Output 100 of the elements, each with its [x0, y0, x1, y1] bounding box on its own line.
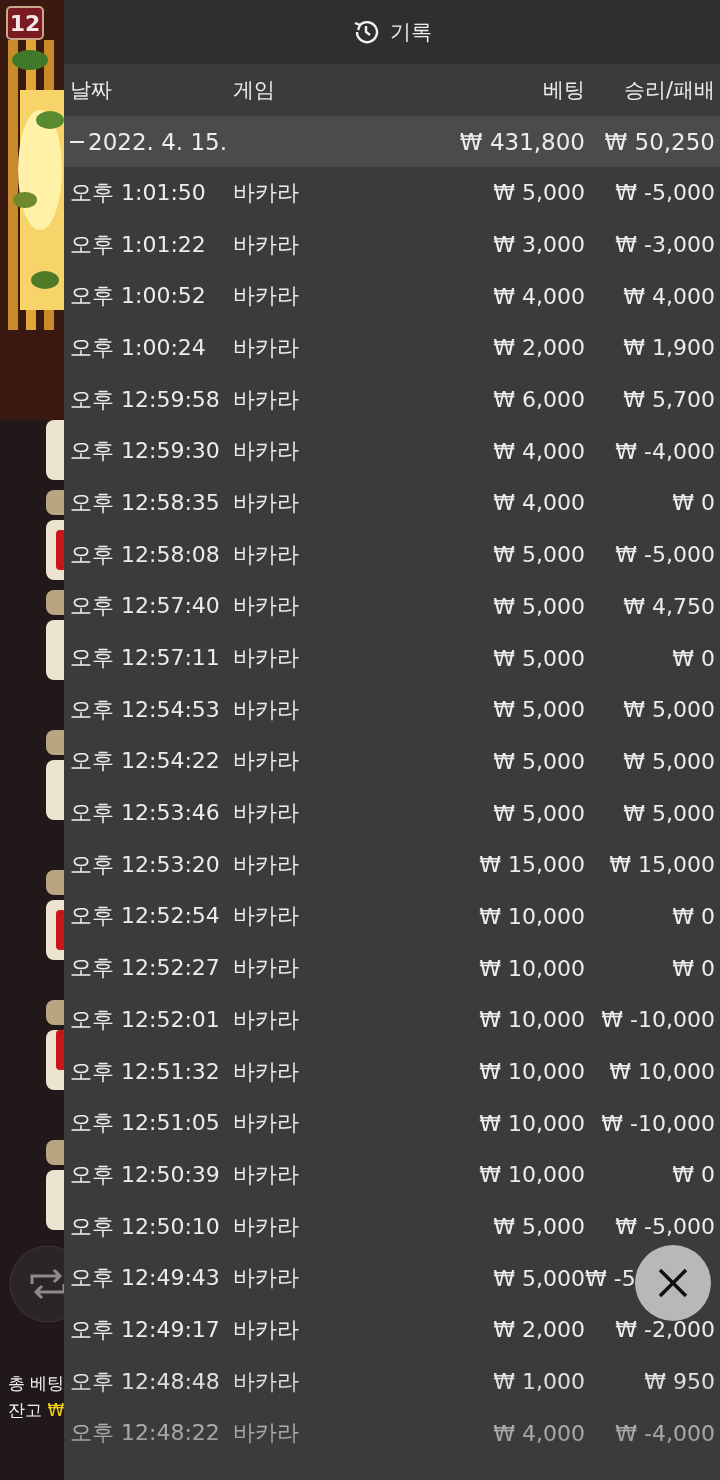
table-cell-text: ₩ 5,000: [492, 800, 585, 826]
table-cell-text: 오후 12:52:01: [70, 1005, 221, 1034]
table-cell-text: ₩ 5,000: [492, 542, 585, 568]
table-cell: ₩ -5,000: [615, 180, 715, 206]
table-cell-text: 바카라: [233, 488, 300, 517]
table-cell-text: 바카라: [233, 592, 300, 621]
table-cell: ₩ 5,000: [623, 697, 715, 723]
table-cell-text: 오후 12:54:53: [70, 695, 221, 724]
table-cell: ₩ 0: [672, 490, 715, 516]
table-cell-text: ₩ 10,000: [478, 1007, 585, 1033]
table-cell-text: 오후 12:58:35: [70, 488, 221, 517]
table-cell-text: 오후 12:58:08: [70, 540, 221, 569]
table-cell-text: 오후 12:52:27: [70, 954, 221, 983]
table-cell-text: 오후 12:57:11: [70, 644, 221, 673]
table-cell-text: ₩ 2,000: [492, 1317, 585, 1343]
table-cell-text: 오후 12:52:54: [70, 902, 221, 931]
table-cell-text: 오후 12:51:05: [70, 1109, 221, 1138]
table-cell-text: ₩ 3,000: [492, 232, 585, 258]
table-cell-text: 바카라: [233, 644, 300, 673]
table-cell-text: ₩ 5,000: [492, 593, 585, 619]
table-cell-text: ₩ 2,000: [492, 335, 585, 361]
table-cell-text: 바카라: [233, 282, 300, 311]
table-cell: ₩ 1,900: [623, 335, 715, 361]
table-cell-text: ₩ 10,000: [478, 1110, 585, 1136]
table-cell-text: ₩ 5,000: [492, 1214, 585, 1240]
table-cell-text: 오후 1:01:50: [70, 178, 207, 207]
table-cell-text: 바카라: [233, 1005, 300, 1034]
table-cell-text: 바카라: [233, 850, 300, 879]
close-icon: [658, 1268, 688, 1298]
table-cell-text: 바카라: [233, 1212, 300, 1241]
repeat-icon[interactable]: [8, 1244, 64, 1324]
table-cell-text: 오후 12:53:20: [70, 850, 221, 879]
table-cell-text: ₩ 4,000: [492, 1420, 585, 1446]
history-icon: [352, 18, 380, 46]
table-cell: ₩ 0: [672, 1162, 715, 1188]
table-cell-text: 바카라: [233, 1109, 300, 1138]
table-cell-text: ₩ 5,000: [492, 645, 585, 671]
table-cell-text: 오후 1:00:52: [70, 282, 207, 311]
table-cell: ₩ 4,000: [623, 283, 715, 309]
table-cell-text: 바카라: [233, 540, 300, 569]
table-cell: ₩ 0: [672, 955, 715, 981]
table-cell-text: ₩ 5,000: [492, 1265, 585, 1291]
table-cell-text: 바카라: [233, 1057, 300, 1086]
table-cell-text: 바카라: [233, 747, 300, 776]
table-cell-text: ₩ 5,000: [492, 180, 585, 206]
table-cell-text: ₩ 10,000: [478, 903, 585, 929]
table-cell-text: ₩ 4,000: [492, 438, 585, 464]
minus-icon: [70, 140, 84, 143]
table-cell: ₩ 10,000: [609, 1059, 715, 1085]
table-cell: ₩ -2,000: [615, 1317, 715, 1343]
table-cell: ₩ -4,000: [615, 1420, 715, 1446]
column-header: 베팅: [542, 77, 585, 104]
table-cell-text: 오후 1:00:24: [70, 333, 207, 362]
table-cell-text: 바카라: [233, 333, 300, 362]
table-cell-text: ₩ 5,000: [492, 748, 585, 774]
table-cell-text: 오후 12:51:32: [70, 1057, 221, 1086]
table-cell: ₩ 0: [672, 903, 715, 929]
table-cell-text: 오후 12:48:48: [70, 1367, 221, 1396]
table-cell: ₩ 4,750: [623, 593, 715, 619]
column-header: 날짜: [70, 77, 113, 104]
table-cell: ₩ 5,700: [623, 387, 715, 413]
table-cell-text: 바카라: [233, 385, 300, 414]
table-cell-text: 오후 12:50:39: [70, 1160, 221, 1189]
table-cell-text: ₩ 431,800: [458, 128, 585, 155]
table-cell-text: 오후 12:49:43: [70, 1264, 221, 1293]
table-cell: ₩ -5: [585, 1265, 636, 1291]
table-cell-text: 오후 12:50:10: [70, 1212, 221, 1241]
table-cell-text: ₩ 10,000: [478, 1162, 585, 1188]
table-cell-text: ₩ 10,000: [478, 1059, 585, 1085]
table-cell: ₩ -10,000: [601, 1007, 715, 1033]
table-cell: ₩ -5,000: [615, 542, 715, 568]
table-cell-text: 바카라: [233, 230, 300, 259]
table-cell-text: 바카라: [233, 695, 300, 724]
table-cell-text: 바카라: [233, 1315, 300, 1344]
table-cell-text: 바카라: [233, 437, 300, 466]
table-cell-text: ₩ 10,000: [478, 955, 585, 981]
panel-title: 기록: [390, 19, 432, 46]
column-header: 게임: [233, 77, 276, 104]
date-group-row[interactable]: 2022. 4. 15. ₩ 431,800 ₩ 50,250: [64, 116, 720, 167]
total-bet-label: 총 베팅: [8, 1372, 64, 1395]
table-cell-text: ₩ 4,000: [492, 490, 585, 516]
table-cell: ₩ -5,000: [615, 1214, 715, 1240]
table-cell: ₩ -10,000: [601, 1110, 715, 1136]
table-cell-text: 오후 12:59:58: [70, 385, 221, 414]
table-cell-text: 오후 12:53:46: [70, 799, 221, 828]
table-cell-text: 오후 12:48:22: [70, 1419, 221, 1448]
table-cell-text: 바카라: [233, 1264, 300, 1293]
table-cell-text: ₩ 6,000: [492, 387, 585, 413]
table-cell-text: 바카라: [233, 799, 300, 828]
date-group-label: 2022. 4. 15.: [88, 128, 227, 155]
table-cell-text: ₩ 5,000: [492, 697, 585, 723]
table-cell: ₩ 0: [672, 645, 715, 671]
table-cell-text: ₩ 15,000: [478, 852, 585, 878]
table-cell-text: 바카라: [233, 954, 300, 983]
table-cell-text: 오후 12:59:30: [70, 437, 221, 466]
balance-label: 잔고 ₩: [8, 1399, 64, 1422]
table-cell-text: ₩ 1,000: [492, 1369, 585, 1395]
table-cell: ₩ -3,000: [615, 232, 715, 258]
table-cell: ₩ 5,000: [623, 748, 715, 774]
table-cell-text: 오후 1:01:22: [70, 230, 207, 259]
